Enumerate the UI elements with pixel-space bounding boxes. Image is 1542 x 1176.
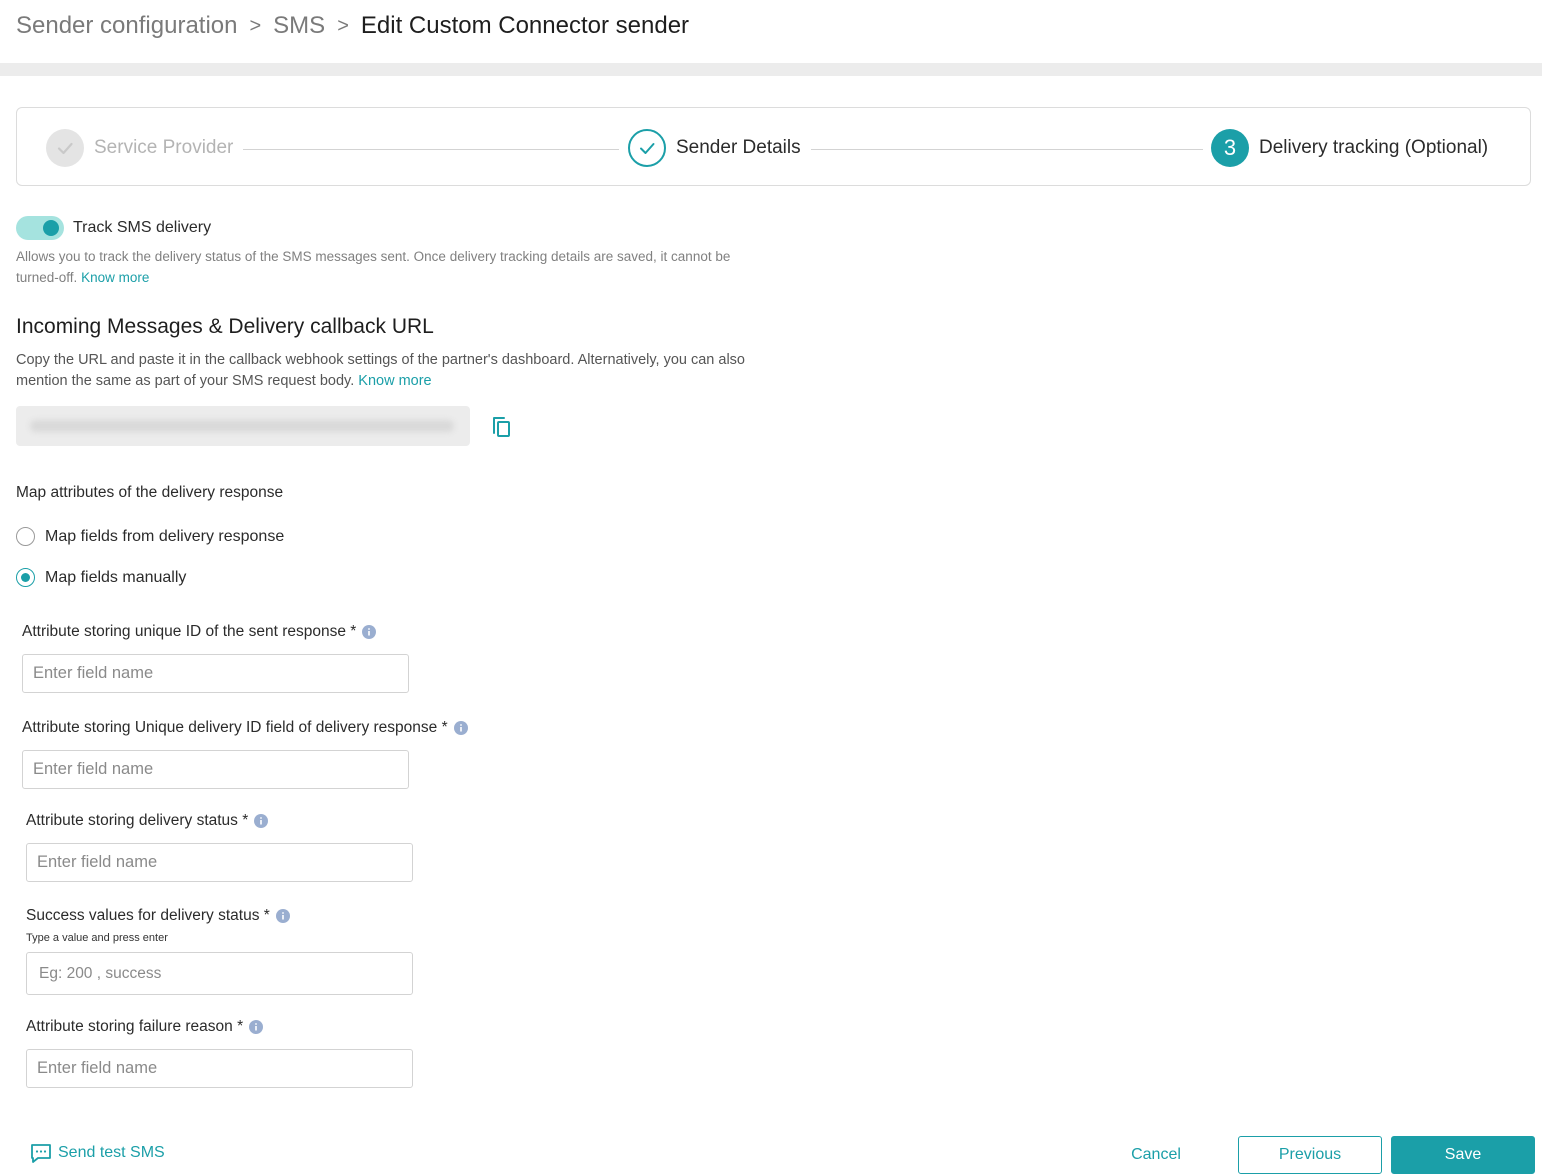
header-divider bbox=[0, 63, 1542, 76]
success-values-hint: Type a value and press enter bbox=[26, 932, 168, 944]
step-connector bbox=[811, 149, 1203, 150]
tracking-know-more-link[interactable]: Know more bbox=[81, 270, 149, 285]
step-completed-circle bbox=[628, 129, 666, 167]
delivery-id-input[interactable] bbox=[22, 750, 409, 789]
unique-id-input[interactable] bbox=[22, 654, 409, 693]
radio-button[interactable] bbox=[16, 527, 35, 546]
step-completed-circle bbox=[46, 129, 84, 167]
success-values-input[interactable] bbox=[26, 952, 413, 995]
info-icon[interactable] bbox=[362, 625, 377, 639]
delivery-status-label: Attribute storing delivery status * bbox=[26, 812, 269, 830]
save-button[interactable]: Save bbox=[1391, 1136, 1535, 1174]
top-bar: Sender configuration > SMS > Edit Custom… bbox=[0, 0, 1542, 63]
track-sms-delivery-toggle[interactable] bbox=[16, 216, 64, 240]
step-number-circle: 3 bbox=[1211, 129, 1249, 167]
field-label-text: Attribute storing unique ID of the sent … bbox=[22, 623, 357, 640]
callback-url-title: Incoming Messages & Delivery callback UR… bbox=[16, 315, 434, 338]
unique-id-label: Attribute storing unique ID of the sent … bbox=[22, 623, 377, 641]
radio-label: Map fields from delivery response bbox=[45, 527, 285, 545]
success-values-label: Success values for delivery status * bbox=[26, 907, 290, 925]
toggle-knob bbox=[43, 220, 59, 236]
step-service-provider: Service Provider bbox=[46, 129, 233, 167]
callback-url-field bbox=[16, 406, 470, 446]
stepper: Service Provider Sender Details 3 Delive… bbox=[16, 107, 1531, 186]
send-test-sms-button[interactable]: Send test SMS bbox=[30, 1142, 165, 1164]
breadcrumb-separator: > bbox=[337, 14, 349, 37]
tracking-help-text: Allows you to track the delivery status … bbox=[16, 246, 736, 288]
breadcrumb-separator: > bbox=[249, 14, 262, 37]
info-icon[interactable] bbox=[453, 721, 468, 735]
step-label: Sender Details bbox=[676, 137, 801, 158]
info-icon[interactable] bbox=[254, 814, 269, 828]
redacted-url bbox=[30, 420, 454, 432]
step-sender-details[interactable]: Sender Details bbox=[628, 129, 801, 167]
failure-reason-input[interactable] bbox=[26, 1049, 413, 1088]
delivery-id-label: Attribute storing Unique delivery ID fie… bbox=[22, 719, 468, 737]
page-title: Edit Custom Connector sender bbox=[360, 12, 690, 39]
step-label: Delivery tracking (Optional) bbox=[1259, 137, 1489, 158]
field-label-text: Attribute storing failure reason * bbox=[26, 1018, 244, 1035]
breadcrumb-item-sms[interactable]: SMS bbox=[273, 12, 325, 40]
radio-button[interactable] bbox=[16, 568, 35, 587]
callback-know-more-link[interactable]: Know more bbox=[358, 373, 431, 389]
previous-button[interactable]: Previous bbox=[1238, 1136, 1382, 1174]
track-sms-delivery-label: Track SMS delivery bbox=[73, 219, 212, 236]
breadcrumb: Sender configuration > SMS > Edit Custom… bbox=[16, 12, 689, 40]
info-icon[interactable] bbox=[275, 909, 290, 923]
map-attributes-title: Map attributes of the delivery response bbox=[16, 484, 284, 501]
breadcrumb-item-sender-configuration[interactable]: Sender configuration bbox=[16, 12, 237, 40]
step-connector bbox=[243, 149, 619, 150]
delivery-status-input[interactable] bbox=[26, 843, 413, 882]
field-label-text: Attribute storing Unique delivery ID fie… bbox=[22, 719, 448, 736]
track-sms-delivery-row: Track SMS delivery bbox=[16, 216, 211, 240]
message-icon bbox=[31, 1144, 51, 1163]
callback-url-description: Copy the URL and paste it in the callbac… bbox=[16, 350, 751, 392]
check-icon bbox=[57, 142, 73, 155]
cancel-button[interactable]: Cancel bbox=[1116, 1136, 1196, 1174]
failure-reason-label: Attribute storing failure reason * bbox=[26, 1018, 264, 1036]
check-icon bbox=[640, 143, 655, 154]
send-test-sms-label: Send test SMS bbox=[58, 1144, 165, 1161]
radio-label: Map fields manually bbox=[45, 568, 187, 586]
field-label-text: Attribute storing delivery status * bbox=[26, 812, 249, 829]
field-label-text: Success values for delivery status * bbox=[26, 907, 270, 924]
copy-icon bbox=[493, 417, 510, 437]
info-icon[interactable] bbox=[249, 1020, 264, 1034]
radio-map-from-response[interactable]: Map fields from delivery response bbox=[16, 527, 284, 546]
radio-map-manually[interactable]: Map fields manually bbox=[16, 568, 186, 587]
step-delivery-tracking: 3 Delivery tracking (Optional) bbox=[1211, 129, 1488, 167]
step-label: Service Provider bbox=[94, 137, 234, 158]
copy-url-button[interactable] bbox=[488, 414, 514, 440]
